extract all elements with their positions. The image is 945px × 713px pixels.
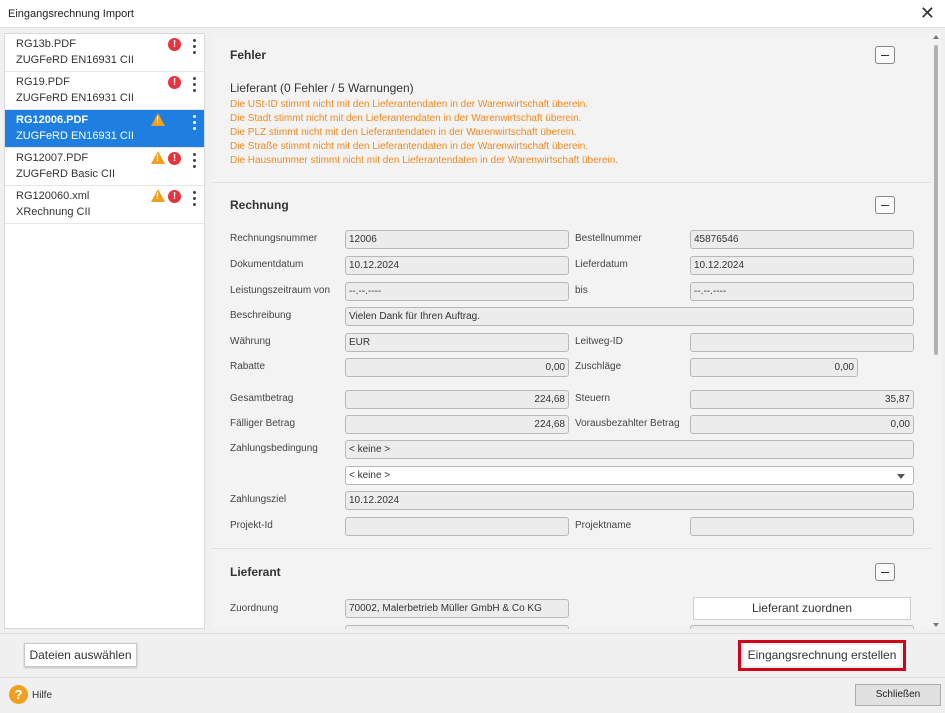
label-zahlungsbedingung: Zahlungsbedingung: [230, 443, 318, 454]
error-icon: !: [168, 190, 181, 203]
warning-message: Die Stadt stimmt nicht mit den Lieferant…: [230, 113, 582, 124]
kebab-menu-icon[interactable]: [191, 153, 197, 171]
warning-message: Die Straße stimmt nicht mit den Lieferan…: [230, 141, 589, 152]
close-button[interactable]: Schließen: [855, 684, 941, 706]
window-title: Eingangsrechnung Import: [8, 8, 134, 20]
label-zahlungsziel: Zahlungsziel: [230, 494, 287, 505]
leitweg-id-field[interactable]: [690, 333, 914, 352]
label-steuern: Steuern: [575, 393, 611, 404]
waehrung-field[interactable]: EUR: [345, 333, 569, 352]
file-format: XRechnung CII: [16, 206, 91, 218]
faelliger-betrag-field[interactable]: 224,68: [345, 415, 569, 434]
label-zuordnung: Zuordnung: [230, 603, 279, 614]
label-faelliger-betrag: Fälliger Betrag: [230, 418, 296, 429]
supplier-field-partial[interactable]: [690, 625, 914, 629]
file-format: ZUGFeRD EN16931 CII: [16, 130, 134, 142]
help-link[interactable]: Hilfe: [32, 690, 52, 701]
zuordnung-field[interactable]: 70002, Malerbetrieb Müller GmbH & Co KG: [345, 599, 569, 618]
label-lieferdatum: Lieferdatum: [575, 259, 628, 270]
warning-message: Die USt-ID stimmt nicht mit den Lieferan…: [230, 99, 589, 110]
dokumentdatum-field[interactable]: 10.12.2024: [345, 256, 569, 275]
divider: [212, 182, 931, 183]
label-bis: bis: [575, 285, 588, 296]
scrollbar-thumb[interactable]: [934, 45, 938, 355]
minus-icon[interactable]: [875, 46, 895, 64]
label-vorausbezahlter-betrag: Vorausbezahlter Betrag: [575, 418, 680, 429]
close-icon[interactable]: ✕: [920, 3, 935, 23]
file-item-rg12007[interactable]: RG12007.PDF ZUGFeRD Basic CII ! !: [5, 148, 204, 186]
bis-field[interactable]: --.--.----: [690, 282, 914, 301]
file-list: RG13b.PDF ZUGFeRD EN16931 CII ! RG19.PDF…: [4, 33, 205, 629]
zahlungsbedingung-select[interactable]: < keine >: [345, 466, 914, 485]
scroll-up-icon[interactable]: [933, 35, 939, 39]
label-gesamtbetrag: Gesamtbetrag: [230, 393, 294, 404]
rabatte-field[interactable]: 0,00: [345, 358, 569, 377]
label-projekt-id: Projekt-Id: [230, 520, 273, 531]
error-icon: !: [168, 38, 181, 51]
file-format: ZUGFeRD Basic CII: [16, 168, 116, 180]
lieferdatum-field[interactable]: 10.12.2024: [690, 256, 914, 275]
zahlungsziel-field[interactable]: 10.12.2024: [345, 491, 914, 510]
warning-message: Die Hausnummer stimmt nicht mit den Lief…: [230, 155, 619, 166]
section-title-fehler: Fehler: [230, 48, 267, 62]
label-zuschlaege: Zuschläge: [575, 361, 622, 372]
label-rabatte: Rabatte: [230, 361, 266, 372]
zuschlaege-field[interactable]: 0,00: [690, 358, 858, 377]
title-bar: Eingangsrechnung Import ✕: [0, 0, 945, 28]
kebab-menu-icon[interactable]: [191, 77, 197, 95]
detail-panel: Fehler Lieferant (0 Fehler / 5 Warnungen…: [212, 33, 931, 629]
label-waehrung: Währung: [230, 336, 271, 347]
steuern-field[interactable]: 35,87: [690, 390, 914, 409]
divider: [212, 548, 931, 549]
supplier-field-partial[interactable]: [345, 625, 569, 629]
rechnungsnummer-field[interactable]: 12006: [345, 230, 569, 249]
warning-icon: !: [151, 113, 165, 126]
file-format: ZUGFeRD EN16931 CII: [16, 54, 134, 66]
kebab-menu-icon[interactable]: [191, 39, 197, 57]
section-title-rechnung: Rechnung: [230, 198, 289, 212]
gesamtbetrag-field[interactable]: 224,68: [345, 390, 569, 409]
scrollbar[interactable]: [931, 33, 941, 629]
kebab-menu-icon[interactable]: [191, 191, 197, 209]
label-bestellnummer: Bestellnummer: [575, 233, 642, 244]
status-bar: [0, 677, 945, 713]
create-invoice-button[interactable]: Eingangsrechnung erstellen: [744, 645, 900, 666]
assign-supplier-button[interactable]: Lieferant zuordnen: [693, 597, 911, 620]
label-beschreibung: Beschreibung: [230, 310, 292, 321]
projekt-id-field[interactable]: [345, 517, 569, 536]
minus-icon[interactable]: [875, 563, 895, 581]
select-value: < keine >: [349, 470, 391, 481]
label-rechnungsnummer: Rechnungsnummer: [230, 233, 318, 244]
chevron-down-icon: [897, 474, 905, 479]
scroll-down-icon[interactable]: [933, 623, 939, 627]
file-name: RG12006.PDF: [16, 114, 89, 126]
beschreibung-field[interactable]: Vielen Dank für Ihren Auftrag.: [345, 307, 914, 326]
error-icon: !: [168, 152, 181, 165]
file-item-rg120060[interactable]: RG120060.xml XRechnung CII ! !: [5, 186, 204, 224]
vorausbezahlter-betrag-field[interactable]: 0,00: [690, 415, 914, 434]
help-icon[interactable]: ?: [9, 685, 28, 704]
file-item-rg13b[interactable]: RG13b.PDF ZUGFeRD EN16931 CII !: [5, 34, 204, 72]
section-title-lieferant: Lieferant: [230, 565, 281, 579]
leistungszeitraum-von-field[interactable]: --.--.----: [345, 282, 569, 301]
warning-icon: !: [151, 189, 165, 202]
warning-icon: !: [151, 151, 165, 164]
kebab-menu-icon[interactable]: [191, 115, 197, 133]
label-projektname: Projektname: [575, 520, 632, 531]
zahlungsbedingung-field[interactable]: < keine >: [345, 440, 914, 459]
label-leitweg-id: Leitweg-ID: [575, 336, 623, 347]
select-files-button[interactable]: Dateien auswählen: [24, 643, 137, 667]
lieferant-summary: Lieferant (0 Fehler / 5 Warnungen): [230, 81, 414, 95]
file-item-rg19[interactable]: RG19.PDF ZUGFeRD EN16931 CII !: [5, 72, 204, 110]
warning-message: Die PLZ stimmt nicht mit den Lieferanten…: [230, 127, 577, 138]
projektname-field[interactable]: [690, 517, 914, 536]
error-icon: !: [168, 76, 181, 89]
bestellnummer-field[interactable]: 45876546: [690, 230, 914, 249]
minus-icon[interactable]: [875, 196, 895, 214]
file-item-rg12006[interactable]: RG12006.PDF ZUGFeRD EN16931 CII !: [5, 110, 204, 148]
file-format: ZUGFeRD EN16931 CII: [16, 92, 134, 104]
label-dokumentdatum: Dokumentdatum: [230, 259, 304, 270]
label-leistungszeitraum-von: Leistungszeitraum von: [230, 285, 331, 296]
